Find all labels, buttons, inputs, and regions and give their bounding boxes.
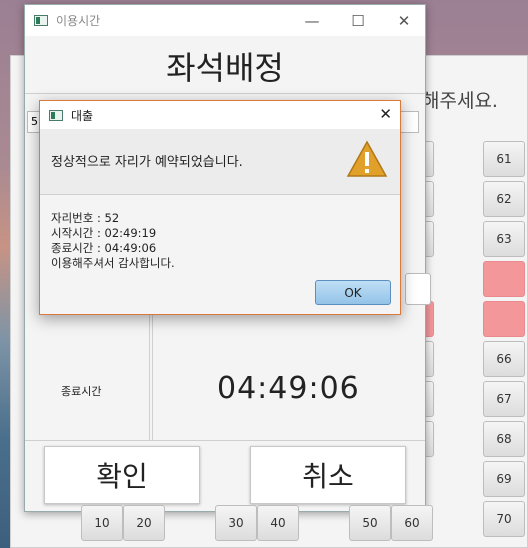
dialog-title: 대출 xyxy=(71,108,94,123)
close-icon[interactable]: ✕ xyxy=(379,105,392,123)
confirm-button[interactable]: 확인 xyxy=(44,446,200,504)
seat-button[interactable]: 60 xyxy=(391,505,433,541)
seat-button[interactable]: 20 xyxy=(123,505,165,541)
thanks-text: 이용해주셔서 감사합니다. xyxy=(51,256,175,270)
seat-button[interactable]: 30 xyxy=(215,505,257,541)
end-time-label: 종료시간 xyxy=(61,385,102,398)
seat-button[interactable]: 50 xyxy=(349,505,391,541)
dialog-header: 정상적으로 자리가 예약되었습니다. xyxy=(40,129,400,195)
time-window-titlebar: 이용시간 — ☐ ✕ xyxy=(25,5,425,36)
warning-icon xyxy=(346,140,388,177)
end-time-value: 04:49:06 xyxy=(217,371,360,406)
reserved-seat-button[interactable] xyxy=(483,301,525,337)
start-time-text: 시작시간 : 02:49:19 xyxy=(51,226,157,240)
seat-number-text: 자리번호 : 52 xyxy=(51,211,120,225)
side-button[interactable] xyxy=(405,273,431,305)
maximize-icon[interactable]: ☐ xyxy=(335,5,381,36)
seat-button[interactable]: 68 xyxy=(483,421,525,457)
seat-button[interactable]: 67 xyxy=(483,381,525,417)
end-time-text: 종료시간 : 04:49:06 xyxy=(51,241,157,255)
cancel-button[interactable]: 취소 xyxy=(250,446,406,504)
reserved-seat-button[interactable] xyxy=(483,261,525,297)
seat-button[interactable]: 70 xyxy=(483,501,525,537)
seat-button[interactable]: 10 xyxy=(81,505,123,541)
reservation-dialog: 대출 ✕ 정상적으로 자리가 예약되었습니다. 자리번호 : 52 시작시간 :… xyxy=(39,100,401,315)
page-title: 좌석배정 xyxy=(25,38,425,94)
seat-button[interactable]: 40 xyxy=(257,505,299,541)
seat-button[interactable]: 66 xyxy=(483,341,525,377)
minimize-icon[interactable]: — xyxy=(289,5,335,36)
seat-button[interactable]: 62 xyxy=(483,181,525,217)
seat-button[interactable]: 63 xyxy=(483,221,525,257)
instruction-text: 해주세요. xyxy=(422,90,498,112)
window-title: 이용시간 xyxy=(56,14,101,28)
divider xyxy=(25,440,425,441)
app-icon xyxy=(34,15,48,26)
seat-button[interactable]: 61 xyxy=(483,141,525,177)
seat-button[interactable]: 69 xyxy=(483,461,525,497)
dialog-titlebar: 대출 xyxy=(40,101,400,129)
ok-button[interactable]: OK xyxy=(315,280,391,305)
app-icon xyxy=(49,109,63,121)
dialog-details: 자리번호 : 52 시작시간 : 02:49:19 종료시간 : 04:49:0… xyxy=(51,211,175,271)
close-icon[interactable]: ✕ xyxy=(381,5,427,36)
dialog-message: 정상적으로 자리가 예약되었습니다. xyxy=(51,155,243,170)
